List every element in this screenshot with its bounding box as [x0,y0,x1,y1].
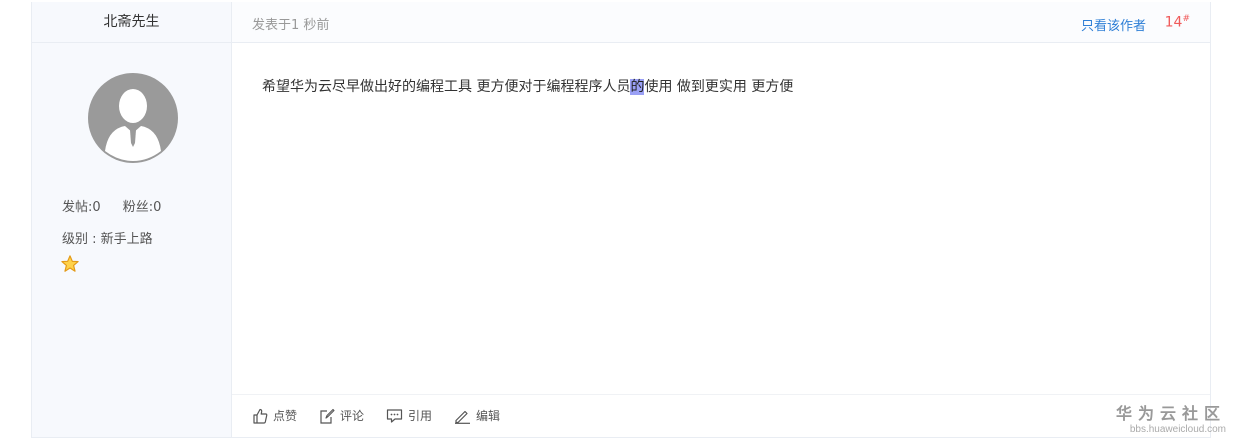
quote-button[interactable]: 引用 [386,407,432,424]
selected-text: 的 [630,79,645,95]
watermark-title: 华为云社区 [1115,404,1226,423]
author-name[interactable]: 北斋先生 [32,2,231,43]
floor-mark: # [1182,14,1190,24]
post-card: 北斋先生 发帖:0 粉丝:0 级别 : 新手上路 发表于1 秒前 只看该作者 1… [31,2,1211,438]
edit-button[interactable]: 编辑 [454,407,500,424]
floor-value: 14 [1164,14,1183,31]
author-stats: 发帖:0 粉丝:0 [62,196,179,215]
content-text: 希望华为云尽早做出好的编程工具 更方便对于编程程序人员 [262,79,631,95]
thumbs-up-icon [253,408,268,424]
edit-label: 编辑 [476,409,501,423]
posts-count[interactable]: 发帖:0 [62,200,101,215]
author-panel: 北斋先生 发帖:0 粉丝:0 级别 : 新手上路 [32,2,232,437]
pencil-icon [455,410,470,424]
content-text-end: 使用 做到更实用 更方便 [644,79,794,95]
comment-button[interactable]: 评论 [319,407,364,424]
like-label: 点赞 [273,409,298,423]
like-button[interactable]: 点赞 [252,407,297,424]
author-level: 级别 : 新手上路 [62,232,153,247]
only-author-link[interactable]: 只看该作者 [1081,15,1146,34]
post-actions: 点赞 评论 引用 编辑 [232,394,1210,437]
comment-label: 评论 [340,409,365,423]
watermark-url: bbs.huaweicloud.com [1129,424,1226,435]
watermark: 华为云社区 bbs.huaweicloud.com [1116,400,1226,435]
star-icon [61,255,79,272]
post-body: 发表于1 秒前 只看该作者 14# 希望华为云尽早做出好的编程工具 更方便对于编… [232,2,1210,437]
post-header: 发表于1 秒前 只看该作者 14# [232,2,1210,43]
avatar[interactable] [88,73,178,163]
post-content: 希望华为云尽早做出好的编程工具 更方便对于编程程序人员的使用 做到更实用 更方便 [262,76,793,96]
chat-bubble-icon [386,408,403,423]
edit-note-icon [320,408,335,424]
quote-label: 引用 [408,409,433,423]
post-time: 发表于1 秒前 [252,18,330,33]
fans-count[interactable]: 粉丝:0 [123,200,162,215]
floor-number: 14# [1165,14,1190,31]
